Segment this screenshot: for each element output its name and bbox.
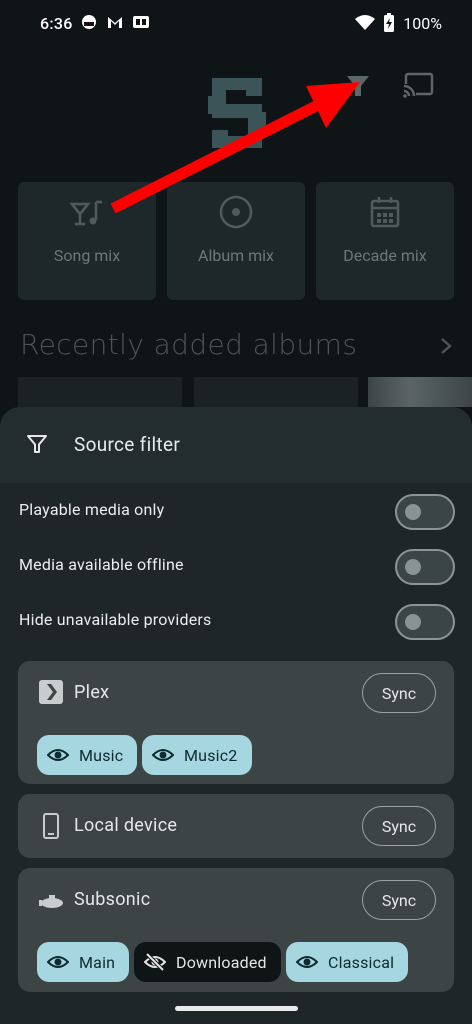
mix-label: Song mix <box>53 246 121 265</box>
gesture-navigation-handle[interactable] <box>175 1006 298 1011</box>
album-thumbnail[interactable] <box>368 377 472 407</box>
ge-icon <box>132 13 150 31</box>
eye-icon <box>296 956 318 968</box>
library-chip-music2[interactable]: Music2 <box>142 735 252 775</box>
chip-label: Classical <box>328 952 395 972</box>
phone-icon <box>43 813 59 839</box>
gmail-icon <box>106 13 124 31</box>
provider-card-subsonic: Subsonic Sync Main Downloaded Classical <box>18 868 454 992</box>
library-chip-downloaded[interactable]: Downloaded <box>134 942 281 982</box>
chip-label: Downloaded <box>176 952 267 972</box>
subsonic-sync-button[interactable]: Sync <box>362 880 436 920</box>
source-filter-icon[interactable] <box>344 72 372 100</box>
cocktail-music-icon <box>69 200 102 226</box>
song-mix-tile[interactable]: Song mix <box>18 182 156 300</box>
app-logo <box>208 78 266 148</box>
toggle-hide-unavailable-providers[interactable]: Hide unavailable providers <box>0 597 472 645</box>
plex-sync-button[interactable]: Sync <box>362 673 436 713</box>
eye-icon <box>47 956 69 968</box>
provider-name: Subsonic <box>74 889 151 910</box>
chip-label: Music2 <box>184 745 238 765</box>
app-notification-icon <box>80 13 98 31</box>
mix-label: Album mix <box>198 246 274 265</box>
switch-toggle[interactable] <box>395 604 455 640</box>
switch-toggle[interactable] <box>395 549 455 585</box>
submarine-icon <box>39 895 63 908</box>
decade-mix-tile[interactable]: Decade mix <box>316 182 454 300</box>
source-filter-sheet: Source filter Playable media only Media … <box>0 407 472 1024</box>
provider-card-plex: Plex Sync Music Music2 <box>18 661 454 784</box>
status-time: 6:36 <box>40 14 73 33</box>
library-chip-main[interactable]: Main <box>37 942 130 982</box>
status-bar: 6:36 100% <box>0 0 472 46</box>
sheet-title: Source filter <box>74 433 181 456</box>
battery-percent: 100% <box>403 13 442 33</box>
notification-icons <box>80 13 150 31</box>
switch-knob <box>405 614 421 630</box>
sheet-header: Source filter <box>0 407 472 483</box>
album-mix-tile[interactable]: Album mix <box>167 182 305 300</box>
disc-icon <box>219 195 253 229</box>
system-icons: 100% <box>355 13 442 33</box>
plex-icon <box>39 680 63 704</box>
eye-icon <box>152 749 174 761</box>
toggle-label: Media available offline <box>19 555 184 574</box>
provider-card-local-device: Local device Sync <box>18 794 454 858</box>
local-device-sync-button[interactable]: Sync <box>362 806 436 846</box>
switch-toggle[interactable] <box>395 494 455 530</box>
switch-knob <box>405 504 421 520</box>
section-title: Recently added albums <box>20 328 358 361</box>
toggle-label: Hide unavailable providers <box>19 610 212 629</box>
mix-label: Decade mix <box>343 246 427 265</box>
library-chip-classical[interactable]: Classical <box>286 942 409 982</box>
provider-name: Local device <box>74 815 178 836</box>
toggle-media-available-offline[interactable]: Media available offline <box>0 542 472 590</box>
chevron-right-icon[interactable] <box>438 336 454 356</box>
provider-name: Plex <box>74 682 110 703</box>
library-chip-music[interactable]: Music <box>37 735 138 775</box>
album-thumbnail[interactable] <box>18 377 182 407</box>
switch-knob <box>405 559 421 575</box>
battery-icon <box>384 13 395 32</box>
chip-label: Music <box>79 745 124 765</box>
toggle-playable-media-only[interactable]: Playable media only <box>0 487 472 535</box>
cast-icon[interactable] <box>402 72 434 100</box>
album-thumbnail[interactable] <box>194 377 358 407</box>
wifi-icon <box>355 15 376 30</box>
chip-label: Main <box>79 952 116 972</box>
eye-icon <box>47 749 69 761</box>
eye-off-icon <box>144 952 166 972</box>
calendar-icon <box>370 197 400 228</box>
toggle-label: Playable media only <box>19 500 165 519</box>
filter-icon <box>27 435 47 453</box>
